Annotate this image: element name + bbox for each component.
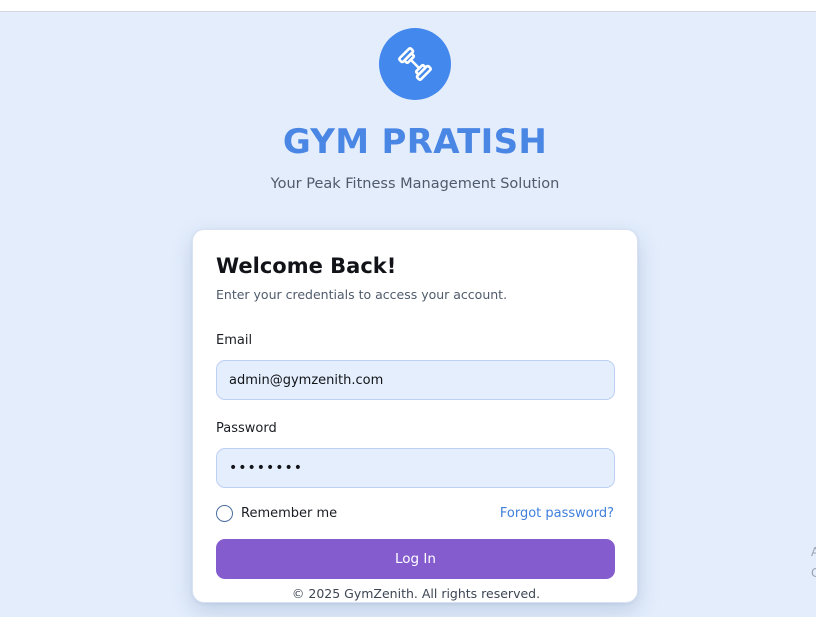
password-field[interactable]: [216, 448, 615, 488]
brand-title: GYM PRATISH: [282, 122, 548, 162]
dumbbell-icon: [398, 47, 432, 81]
remember-me-radio[interactable]: [216, 505, 233, 522]
remember-me-label: Remember me: [241, 506, 338, 521]
email-field[interactable]: [216, 360, 615, 400]
password-label: Password: [216, 421, 277, 436]
logo: [379, 28, 451, 100]
clipped-edge-text-1: A: [811, 545, 816, 559]
browser-top-bar: [0, 0, 816, 12]
footer-copyright: © 2025 GymZenith. All rights reserved.: [291, 586, 541, 601]
clipped-edge-text-2: C: [811, 566, 816, 580]
remember-me-control[interactable]: Remember me: [216, 505, 337, 522]
login-button[interactable]: Log In: [216, 539, 615, 579]
email-label: Email: [216, 333, 253, 348]
login-card: Welcome Back! Enter your credentials to …: [192, 229, 638, 603]
forgot-password-link[interactable]: Forgot password?: [500, 506, 614, 521]
brand-tagline: Your Peak Fitness Management Solution: [270, 176, 560, 192]
card-title: Welcome Back!: [216, 254, 397, 278]
card-subtitle: Enter your credentials to access your ac…: [216, 287, 508, 302]
